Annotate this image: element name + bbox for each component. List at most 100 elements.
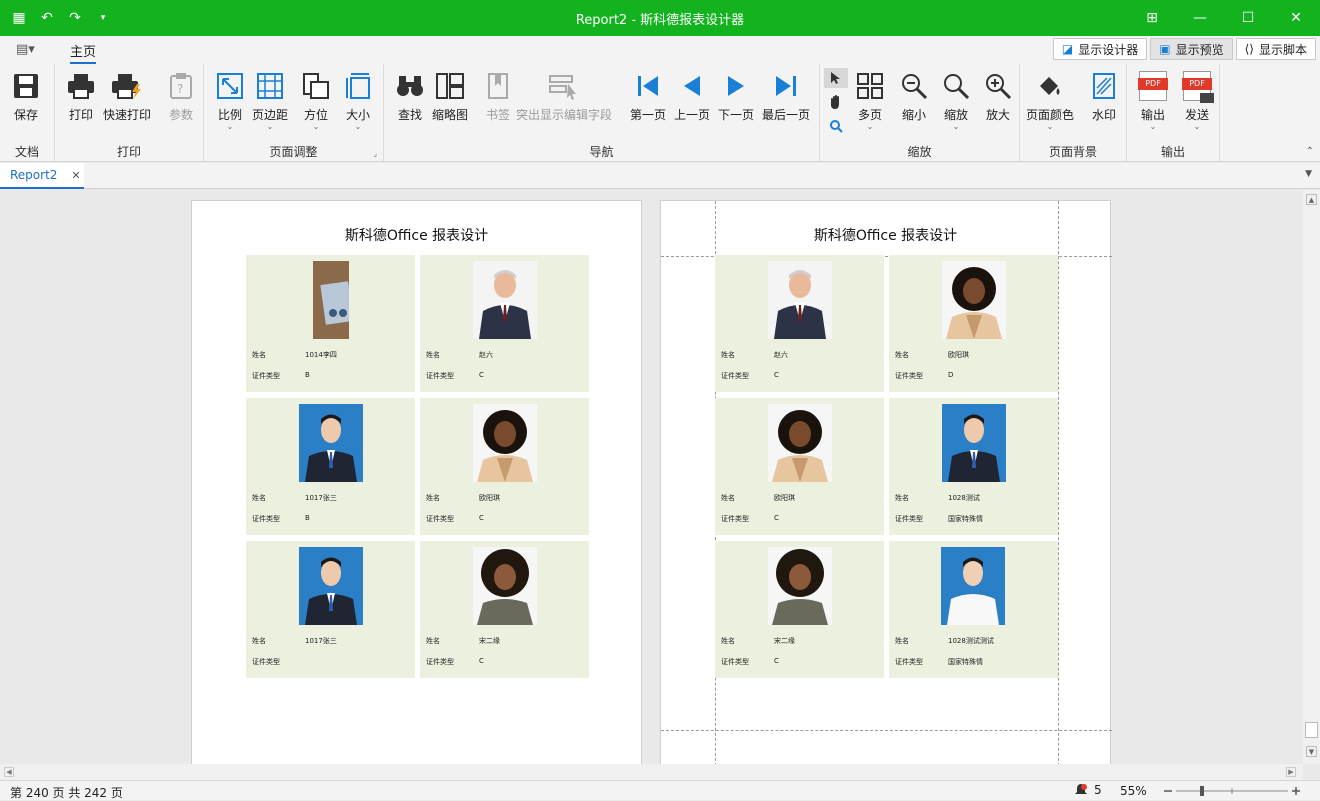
parameters-button[interactable]: ? 参数 (163, 68, 199, 123)
group-output: PDF 输出 ⌄ PDF 发送 ⌄ 输出 (1127, 64, 1220, 162)
scroll-right-icon[interactable]: ▶ (1286, 767, 1296, 777)
designer-icon: ◪ (1061, 42, 1074, 56)
minimize-button[interactable]: — (1176, 0, 1224, 36)
person-photo (472, 404, 537, 482)
watermark-button[interactable]: 水印 (1086, 68, 1122, 123)
zoom-out-button[interactable]: 缩小 (896, 68, 932, 123)
last-page-icon (768, 68, 804, 104)
collapse-ribbon-icon[interactable]: ⌃ (1306, 146, 1314, 157)
zoom-slider[interactable] (1162, 783, 1302, 799)
document-tab[interactable]: Report2 ✕ (0, 163, 84, 189)
zoom-out-icon (896, 68, 932, 104)
field-label: 姓名 (426, 637, 440, 645)
scroll-thumb[interactable] (1305, 722, 1318, 738)
last-page-button[interactable]: 最后一页 (762, 68, 810, 123)
send-button[interactable]: PDF 发送 ⌄ (1179, 68, 1215, 131)
redo-icon[interactable]: ↷ (66, 10, 84, 26)
quick-print-button[interactable]: 快速打印 (103, 68, 151, 123)
previous-page-icon (674, 68, 710, 104)
margins-button[interactable]: 页边距 ⌄ (252, 68, 288, 131)
show-script-button[interactable]: ⟨⟩ 显示脚本 (1235, 38, 1316, 60)
tab-home[interactable]: 主页 (70, 41, 97, 64)
first-page-button[interactable]: 第一页 (630, 68, 666, 123)
notification-count: 5 (1094, 783, 1102, 797)
field-value: 1014李四 (305, 351, 337, 359)
chevron-down-icon: ⌄ (1149, 122, 1157, 131)
id-type-row: 证件类型 C (721, 514, 779, 524)
group-label-output: 输出 (1160, 145, 1185, 159)
horizontal-scrollbar[interactable]: ◀ ▶ (0, 764, 1303, 780)
print-button[interactable]: 打印 (63, 68, 99, 123)
field-value: 1017张三 (305, 637, 337, 645)
field-value: B (305, 514, 310, 522)
preview-canvas[interactable]: 斯科德Office 报表设计 姓名 1014李四 证件类型 B 姓名 赵六 证件类型 C 姓名 1… (0, 190, 1303, 764)
field-value: 欧阳琪 (774, 494, 795, 502)
ribbon-tab-row: ▤▾ 主页 ◪ 显示设计器 ▣ 显示预览 ⟨⟩ 显示脚本 (0, 36, 1320, 64)
maximize-button[interactable]: ☐ (1224, 0, 1272, 36)
field-value: C (774, 371, 779, 379)
save-button[interactable]: 保存 (8, 68, 44, 123)
person-card: 姓名 1014李四 证件类型 B (246, 255, 415, 392)
group-label-navigation: 导航 (589, 145, 614, 159)
hand-tool-icon[interactable] (824, 92, 848, 112)
pdf-export-icon: PDF (1135, 68, 1171, 104)
multi-page-button[interactable]: 多页 ⌄ (852, 68, 888, 131)
title-bar: ▦ ↶ ↷ ▾ Report2 - 斯科德报表设计器 ⊞ — ☐ ✕ (0, 0, 1320, 36)
zoom-in-icon (980, 68, 1016, 104)
person-card: 姓名 1017张三 证件类型 B (246, 398, 415, 535)
field-value: D (948, 371, 954, 379)
field-value: 宋二缘 (479, 637, 500, 645)
chevron-down-icon: ⌄ (1193, 122, 1201, 131)
zoom-button[interactable]: 缩放 ⌄ (938, 68, 974, 131)
status-bar: 第 240 页 共 242 页 5 55% (0, 780, 1320, 800)
group-page-setup: 比例 ⌄ 页边距 ⌄ 方位 ⌄ 大小 ⌄ 页面调整 ⌟ (204, 64, 384, 162)
zoom-in-button[interactable]: 放大 (980, 68, 1016, 123)
id-type-row: 证件类型 国家特殊情 (895, 514, 983, 524)
scroll-down-icon[interactable]: ▼ (1306, 746, 1317, 757)
next-page-button[interactable]: 下一页 (718, 68, 754, 123)
field-label: 证件类型 (895, 658, 923, 666)
tab-list-dropdown-icon[interactable]: ▼ (1305, 169, 1312, 179)
document-tab-label: Report2 (10, 168, 58, 182)
show-preview-button[interactable]: ▣ 显示预览 (1150, 38, 1233, 60)
scroll-up-icon[interactable]: ▲ (1306, 194, 1317, 205)
close-tab-icon[interactable]: ✕ (71, 169, 80, 182)
person-photo (941, 261, 1006, 339)
id-type-row: 证件类型 (252, 657, 305, 667)
group-label-print: 打印 (116, 145, 141, 159)
previous-page-button[interactable]: 上一页 (674, 68, 710, 123)
highlight-fields-button[interactable]: 突出显示编辑字段 (516, 68, 612, 123)
vertical-scrollbar[interactable]: ▲ ▼ (1303, 190, 1320, 764)
page-color-button[interactable]: 页面颜色 ⌄ (1026, 68, 1074, 131)
customize-qat-icon[interactable]: ▾ (94, 13, 112, 23)
field-label: 姓名 (721, 494, 735, 502)
save-icon (8, 68, 44, 104)
magnifier-tool-icon[interactable] (824, 116, 848, 136)
person-photo (472, 547, 537, 625)
show-designer-button[interactable]: ◪ 显示设计器 (1052, 38, 1148, 60)
page-indicator: 第 240 页 共 242 页 (10, 786, 123, 800)
dialog-launcher-icon[interactable]: ⌟ (373, 149, 377, 158)
orientation-button[interactable]: 方位 ⌄ (298, 68, 334, 131)
undo-icon[interactable]: ↶ (38, 10, 56, 26)
close-button[interactable]: ✕ (1272, 0, 1320, 36)
export-button[interactable]: PDF 输出 ⌄ (1135, 68, 1171, 131)
field-label: 证件类型 (426, 372, 454, 380)
size-button[interactable]: 大小 ⌄ (340, 68, 376, 131)
thumbnails-button[interactable]: 缩略图 (432, 68, 468, 123)
app-menu-icon[interactable]: ▤▾ (16, 42, 35, 57)
pointer-tool-icon[interactable] (824, 68, 848, 88)
restore-layout-icon[interactable]: ⊞ (1128, 0, 1176, 36)
name-row: 姓名 1028测试 (895, 493, 980, 503)
chevron-down-icon: ⌄ (266, 122, 274, 131)
bookmark-button[interactable]: 书签 (480, 68, 516, 123)
scale-button[interactable]: 比例 ⌄ (212, 68, 248, 131)
zoom-level: 55% (1120, 784, 1147, 798)
field-label: 证件类型 (426, 658, 454, 666)
id-type-row: 证件类型 C (721, 657, 779, 667)
field-value: 国家特殊情 (948, 658, 983, 666)
notifications[interactable]: 5 (1074, 783, 1102, 797)
find-button[interactable]: 查找 (392, 68, 428, 123)
scroll-left-icon[interactable]: ◀ (4, 767, 14, 777)
chevron-down-icon: ⌄ (226, 122, 234, 131)
